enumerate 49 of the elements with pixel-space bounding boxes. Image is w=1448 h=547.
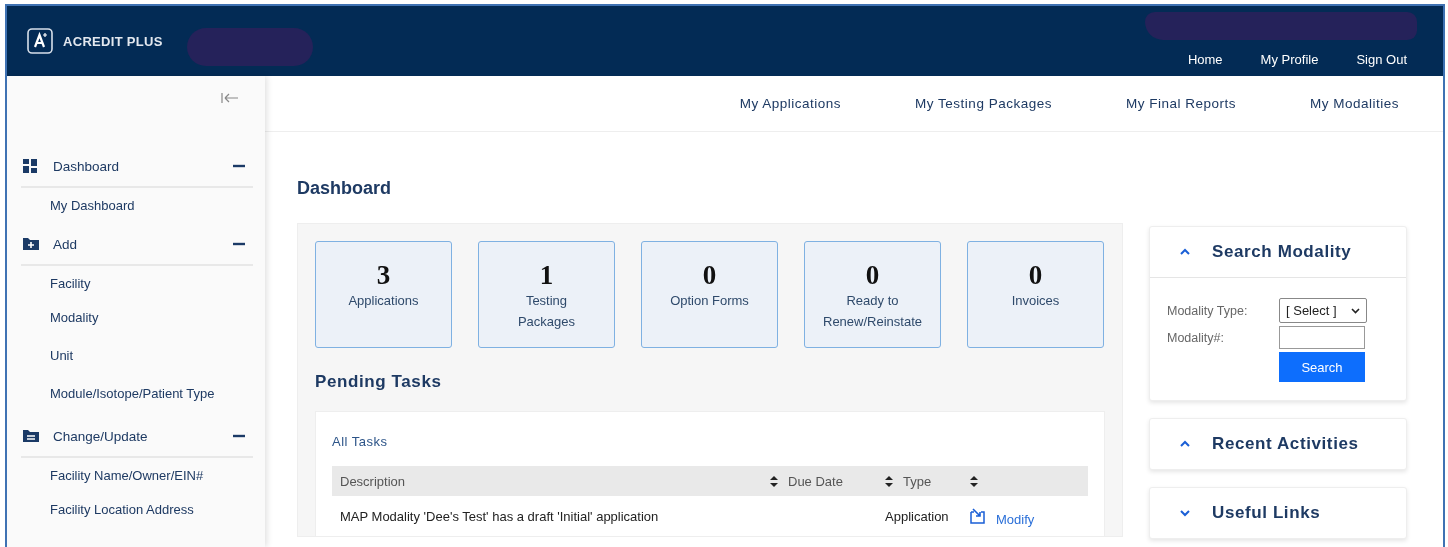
column-header[interactable]: Due Date: [788, 473, 843, 489]
search-button[interactable]: Search: [1279, 352, 1365, 382]
sidebar-item[interactable]: Facility Location Address: [50, 500, 253, 538]
field-label: Modality#:: [1167, 330, 1225, 345]
stat-card[interactable]: 1 Testing Packages: [478, 241, 615, 348]
sidebar-section[interactable]: Change/Update: [53, 428, 233, 444]
stat-card[interactable]: 0 Ready to Renew/Reinstate: [804, 241, 941, 348]
sidebar-section[interactable]: Add: [53, 236, 233, 252]
sidebar-item[interactable]: My Dashboard: [50, 196, 253, 230]
stat-label: Applications: [347, 292, 420, 310]
panel-title[interactable]: Search Modality: [1212, 242, 1352, 262]
sidebar-item[interactable]: Module/Isotope/Patient Type: [50, 384, 253, 422]
field-label: Modality Type:: [1167, 303, 1249, 318]
brand-name: ACREDIT PLUS: [63, 33, 163, 49]
stat-value: 0: [865, 260, 880, 290]
stat-value: 3: [376, 260, 391, 290]
sidebar-item[interactable]: Modality: [50, 308, 253, 346]
stat-label: Ready to Renew/Reinstate: [822, 292, 923, 331]
page-title: Dashboard: [297, 178, 393, 199]
modality-type-select[interactable]: [ Select ]: [1279, 298, 1367, 323]
nav-link[interactable]: My Final Reports: [1125, 96, 1236, 111]
stat-value: 0: [1028, 260, 1043, 290]
table-cell-text: Application: [885, 508, 950, 524]
nav-link[interactable]: My Applications: [739, 96, 842, 111]
stat-label: Invoices: [1010, 292, 1061, 310]
sidebar-section[interactable]: Dashboard: [53, 158, 233, 174]
nav-link[interactable]: Sign Out: [1356, 52, 1407, 67]
column-header[interactable]: Description: [340, 473, 406, 489]
stat-label: Option Forms: [669, 292, 750, 310]
panel-title[interactable]: Useful Links: [1212, 503, 1321, 523]
sidebar-item[interactable]: Facility Name/Owner/EIN#: [50, 466, 253, 500]
stat-card[interactable]: 3 Applications: [315, 241, 452, 348]
modify-link[interactable]: Modify: [996, 511, 1035, 527]
nav-link[interactable]: My Profile: [1260, 52, 1319, 67]
stat-card[interactable]: 0 Option Forms: [641, 241, 778, 348]
sidebar-item[interactable]: Unit: [50, 346, 253, 384]
stat-label: Testing Packages: [516, 292, 577, 331]
column-header[interactable]: Type: [903, 473, 932, 489]
table-cell-text: MAP Modality 'Dee's Test' has a draft 'Initial' application: [340, 508, 660, 524]
panel-title[interactable]: Recent Activities: [1212, 434, 1359, 454]
nav-link[interactable]: My Testing Packages: [915, 96, 1052, 111]
nav-link[interactable]: My Modalities: [1309, 96, 1399, 111]
nav-link[interactable]: Home: [1187, 52, 1223, 67]
stat-value: 1: [539, 260, 554, 290]
stat-value: 0: [702, 260, 717, 290]
tasks-tab[interactable]: All Tasks: [332, 434, 388, 449]
stat-card[interactable]: 0 Invoices: [967, 241, 1104, 348]
sidebar-item[interactable]: Facility: [50, 274, 253, 308]
section-title: Pending Tasks: [315, 372, 443, 392]
